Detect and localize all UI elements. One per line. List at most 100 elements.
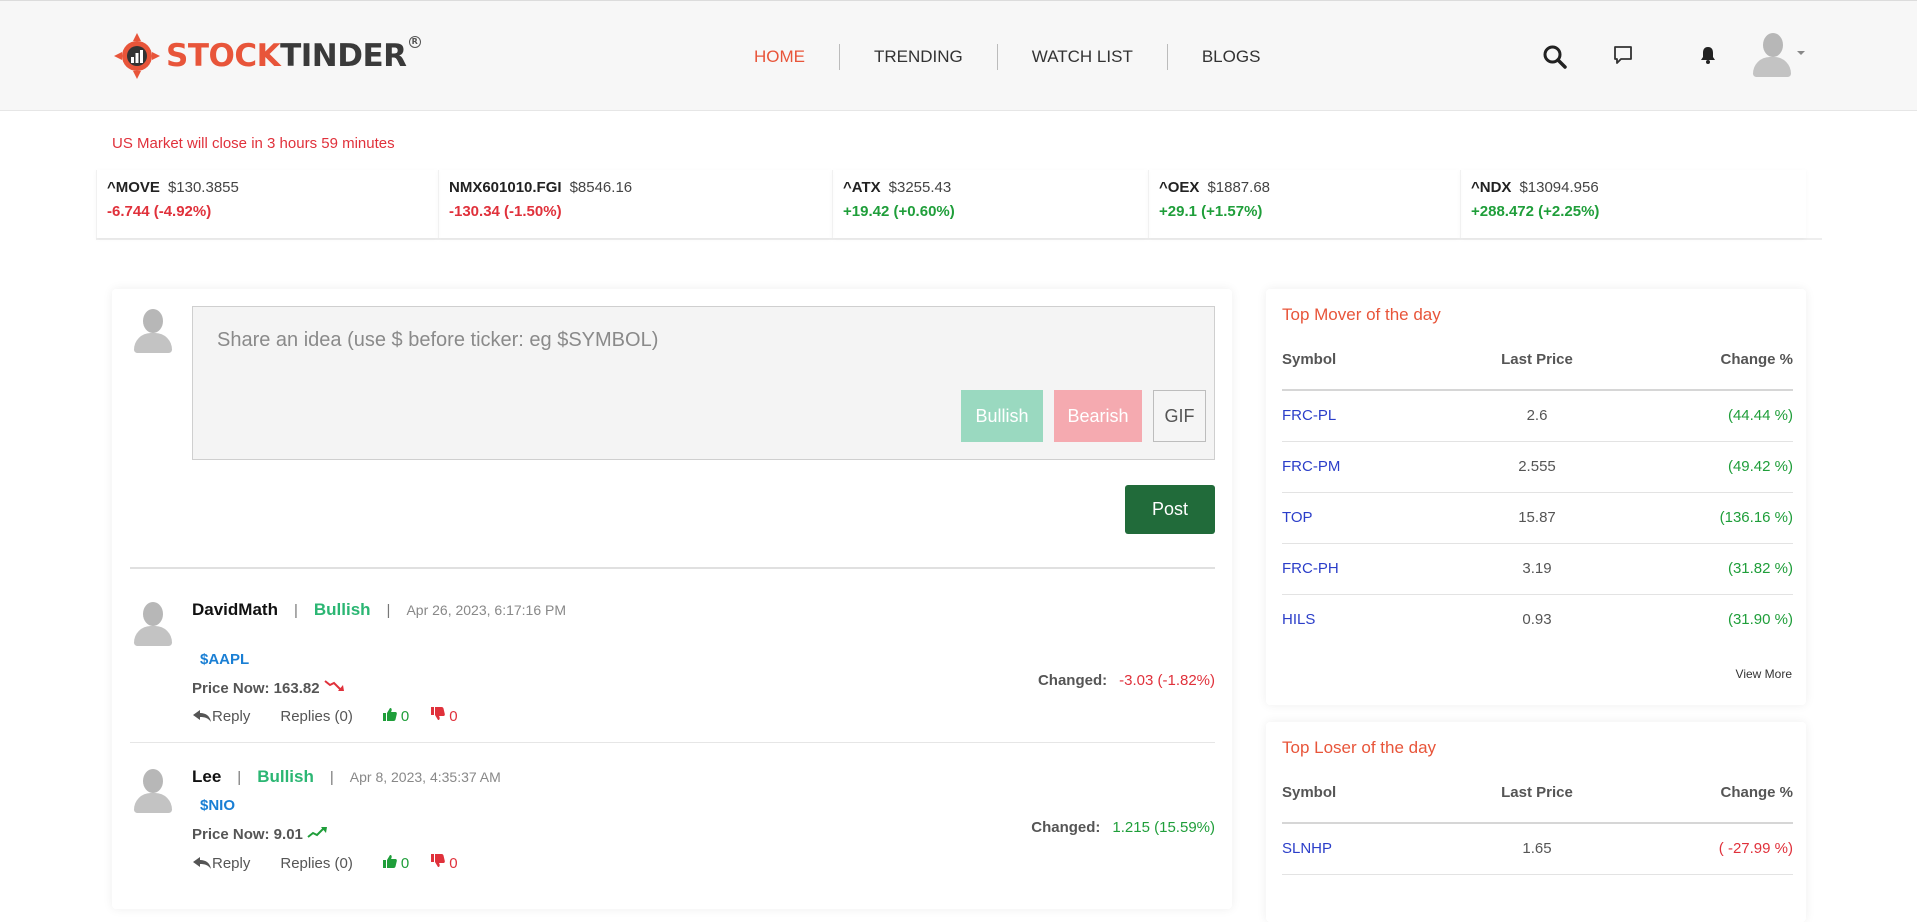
like-button[interactable]: 0 <box>382 707 410 725</box>
reply-button[interactable]: Reply <box>192 708 250 725</box>
chat-icon[interactable] <box>1613 45 1637 69</box>
ticker-strip: ^MOVE $130.3855 -6.744 (-4.92%) NMX601010… <box>96 170 1822 240</box>
bell-icon[interactable] <box>1698 45 1722 69</box>
idea-feed: Share an idea (use $ before ticker: eg $… <box>112 289 1232 909</box>
separator: | <box>237 768 242 786</box>
replies-count[interactable]: Replies (0) <box>280 708 353 725</box>
nav-blogs[interactable]: BLOGS <box>1168 47 1295 67</box>
row-symbol[interactable]: SLNHP <box>1282 840 1332 857</box>
ticker-symbol: NMX601010.FGI <box>449 179 562 196</box>
like-button[interactable]: 0 <box>382 854 409 872</box>
logo-word-stock: STOCK <box>166 38 281 74</box>
post-username[interactable]: DavidMath <box>192 600 278 620</box>
ticker-symbol: ^ATX <box>843 179 881 196</box>
top-movers-header: Symbol Last Price Change % <box>1282 351 1793 391</box>
price-now-text: Price Now: 9.01 <box>192 825 303 843</box>
row-symbol[interactable]: FRC-PH <box>1282 560 1339 577</box>
post-changed: Changed: -3.03 (-1.82%) <box>1038 672 1215 689</box>
row-symbol[interactable]: HILS <box>1282 611 1315 628</box>
bearish-button[interactable]: Bearish <box>1054 390 1142 442</box>
post-avatar[interactable] <box>132 767 174 815</box>
nav-trending[interactable]: TRENDING <box>840 47 997 67</box>
post-sentiment: Bullish <box>313 600 371 619</box>
search-icon[interactable] <box>1542 44 1567 69</box>
row-change: (136.16 %) <box>1719 509 1793 526</box>
main-nav: HOME TRENDING WATCH LIST BLOGS <box>720 44 1294 70</box>
changed-value: -3.03 (-1.82%) <box>1119 672 1215 689</box>
ticker-card[interactable]: ^NDX $13094.956 +288.472 (+2.25%) <box>1460 170 1806 238</box>
reply-button[interactable]: Reply <box>192 855 250 872</box>
logo-word-tinder: TINDER <box>280 38 407 74</box>
caret-down-icon[interactable] <box>1797 51 1805 55</box>
table-row[interactable]: TOP 15.87 (136.16 %) <box>1282 493 1793 544</box>
row-change: (44.44 %) <box>1727 407 1793 424</box>
post-changed: Changed: 1.215 (15.59%) <box>1031 819 1215 836</box>
ticker-change: +288.472 (+2.25%) <box>1471 203 1600 220</box>
nav-home[interactable]: HOME <box>720 47 839 67</box>
col-symbol: Symbol <box>1282 351 1337 368</box>
top-losers-panel: Top Loser of the day Symbol Last Price C… <box>1266 722 1806 922</box>
replies-count[interactable]: Replies (0) <box>280 855 353 872</box>
ticker-symbol: ^OEX <box>1159 179 1200 196</box>
row-symbol[interactable]: FRC-PL <box>1282 407 1336 424</box>
post-sentiment: Bullish <box>257 767 314 786</box>
row-price: 15.87 <box>1518 509 1556 526</box>
ticker-price: $8546.16 <box>569 179 633 196</box>
trend-up-icon <box>307 825 329 843</box>
stocktinder-logo[interactable]: STOCKTINDER R <box>112 31 421 81</box>
gif-button[interactable]: GIF <box>1153 390 1206 442</box>
row-price: 2.555 <box>1518 458 1556 475</box>
like-count: 0 <box>400 707 410 725</box>
row-price: 3.19 <box>1522 560 1552 577</box>
feed-post: Lee | Bullish | Apr 8, 2023, 4:35:37 AM … <box>130 767 1215 917</box>
col-last-price: Last Price <box>1501 784 1573 801</box>
view-more-link[interactable]: View More <box>1736 667 1792 681</box>
thumbs-up-icon <box>382 854 397 872</box>
top-movers-title: Top Mover of the day <box>1282 305 1441 324</box>
ticker-card[interactable]: NMX601010.FGI $8546.16 -130.34 (-1.50%) <box>438 170 832 238</box>
row-price: 2.6 <box>1526 407 1548 424</box>
post-header: Lee | Bullish | Apr 8, 2023, 4:35:37 AM <box>192 767 501 787</box>
post-username[interactable]: Lee <box>192 767 221 787</box>
idea-input-placeholder[interactable]: Share an idea (use $ before ticker: eg $… <box>217 329 658 352</box>
ticker-price: $13094.956 <box>1519 179 1599 196</box>
reply-label: Reply <box>212 707 251 725</box>
logo-mark-icon <box>112 31 162 81</box>
dislike-button[interactable]: 0 <box>431 854 458 872</box>
ticker-symbol: ^NDX <box>1471 179 1512 196</box>
idea-composer[interactable]: Share an idea (use $ before ticker: eg $… <box>192 306 1215 460</box>
col-last-price: Last Price <box>1501 351 1573 368</box>
row-symbol[interactable]: FRC-PM <box>1282 458 1340 475</box>
thumbs-up-icon <box>382 707 397 725</box>
ticker-change: +29.1 (+1.57%) <box>1159 203 1263 220</box>
ticker-change: -130.34 (-1.50%) <box>449 203 562 220</box>
post-ticker-link[interactable]: $AAPL <box>200 651 249 668</box>
row-change: (49.42 %) <box>1727 458 1793 475</box>
post-avatar[interactable] <box>132 600 174 648</box>
reply-label: Reply <box>212 854 251 872</box>
table-row[interactable]: SLNHP 1.65 ( -27.99 %) <box>1282 824 1793 875</box>
ticker-card[interactable]: ^OEX $1887.68 +29.1 (+1.57%) <box>1148 170 1460 238</box>
dislike-button[interactable]: 0 <box>431 707 458 725</box>
feed-post: DavidMath | Bullish | Apr 26, 2023, 6:17… <box>130 600 1215 750</box>
ticker-symbol: ^MOVE <box>107 179 160 196</box>
market-close-notice: US Market will close in 3 hours 59 minut… <box>112 135 395 152</box>
ticker-change: +19.42 (+0.60%) <box>843 203 955 220</box>
user-avatar[interactable] <box>1752 31 1792 79</box>
table-row[interactable]: HILS 0.93 (31.90 %) <box>1282 595 1793 646</box>
post-ticker-link[interactable]: $NIO <box>200 797 235 814</box>
table-row[interactable]: FRC-PM 2.555 (49.42 %) <box>1282 442 1793 493</box>
row-symbol[interactable]: TOP <box>1282 509 1313 526</box>
table-row[interactable]: FRC-PL 2.6 (44.44 %) <box>1282 391 1793 442</box>
row-change: ( -27.99 %) <box>1718 840 1793 857</box>
post-button[interactable]: Post <box>1125 485 1215 534</box>
ticker-card[interactable]: ^ATX $3255.43 +19.42 (+0.60%) <box>832 170 1148 238</box>
nav-watch-list[interactable]: WATCH LIST <box>998 47 1167 67</box>
changed-label: Changed: <box>1037 672 1108 689</box>
bullish-button[interactable]: Bullish <box>961 390 1043 442</box>
table-row[interactable]: FRC-PH 3.19 (31.82 %) <box>1282 544 1793 595</box>
ticker-price: $3255.43 <box>888 179 952 196</box>
top-movers-panel: Top Mover of the day Symbol Last Price C… <box>1266 289 1806 705</box>
ticker-card[interactable]: ^MOVE $130.3855 -6.744 (-4.92%) <box>96 170 438 238</box>
reply-icon <box>193 857 211 869</box>
